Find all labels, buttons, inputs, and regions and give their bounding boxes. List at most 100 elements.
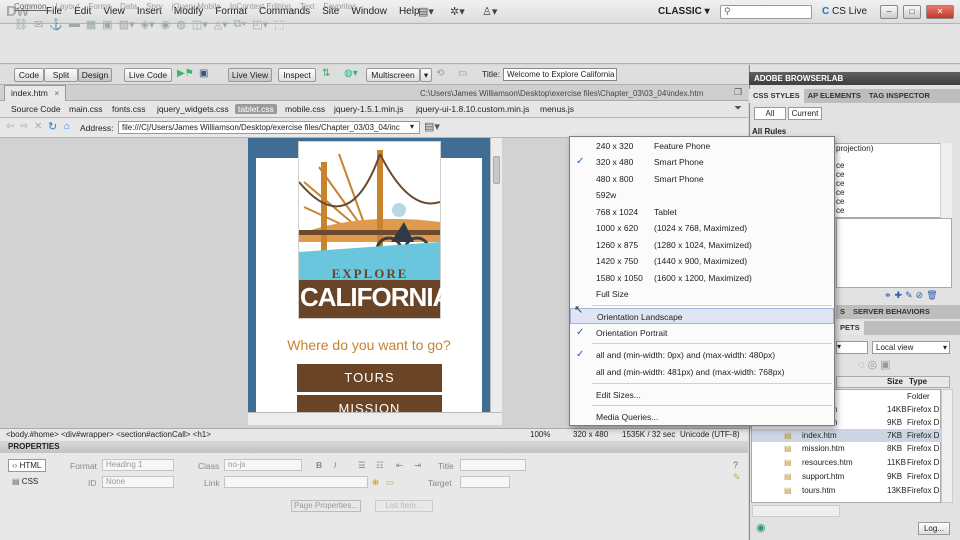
address-dropdown-icon[interactable]: ▾	[410, 122, 414, 131]
hr-icon[interactable]: ▬	[69, 18, 80, 31]
media-icon[interactable]: ◈▾	[141, 18, 155, 31]
date-icon[interactable]: ◉	[161, 18, 171, 31]
forward-arrow-icon[interactable]: ⇨	[20, 121, 28, 132]
insert-tab-spry[interactable]: Spry	[146, 2, 162, 11]
class-select[interactable]: no-js	[224, 459, 302, 471]
tab-css-styles[interactable]: CSS STYLES	[749, 89, 804, 103]
tag-chooser-icon[interactable]: ⬚	[274, 18, 284, 31]
id-select[interactable]: None	[102, 476, 174, 488]
files-scrollbar[interactable]	[941, 389, 953, 503]
related-file-fonts-css[interactable]: fonts.css	[112, 104, 146, 114]
menu-item-1260x875[interactable]: 1260 x 875 (1280 x 1024, Maximized)	[570, 237, 834, 253]
list-item[interactable]: ▤ index.htm 7KB Firefox D	[752, 429, 942, 442]
list-item[interactable]: ▤ mission.htm 8KB Firefox D	[752, 442, 942, 455]
tab-ap-elements[interactable]: AP ELEMENTS	[804, 89, 865, 103]
point-to-file-icon[interactable]: ⊕	[372, 477, 379, 488]
templates-icon[interactable]: ◰▾	[252, 18, 268, 31]
live-code-button[interactable]: Live Code	[124, 68, 172, 82]
live-view-options-icon[interactable]: ▤▾	[424, 120, 440, 133]
document-title-input[interactable]: Welcome to Explore California	[503, 68, 617, 81]
menu-item-592w[interactable]: 592w	[570, 187, 834, 203]
connect-icon[interactable]: ◌	[858, 359, 868, 371]
insert-tab-jquery-mobile[interactable]: jQuery Mobile	[172, 2, 221, 11]
named-anchor-icon[interactable]: ⚓	[49, 18, 63, 31]
script-icon[interactable]: ⧉▾	[234, 18, 246, 31]
view-select[interactable]: Local view ▾	[872, 341, 950, 354]
menu-item-240x320[interactable]: 240 x 320 Feature Phone	[570, 138, 834, 154]
related-file-jquery-widgets-css[interactable]: jquery_widgets.css	[157, 104, 229, 114]
inspect-icon[interactable]: ▶⚑	[177, 68, 194, 79]
site-tools-icon[interactable]: ♙▾	[482, 5, 497, 18]
browse-folder-icon[interactable]: ▭	[386, 477, 394, 488]
tab-tag-inspector[interactable]: TAG INSPECTOR	[865, 89, 934, 103]
inspect-button[interactable]: Inspect	[278, 68, 316, 82]
ordered-list-icon[interactable]: ☷	[376, 460, 384, 471]
stop-icon[interactable]: ✕	[34, 121, 42, 132]
page-properties-button[interactable]: Page Properties...	[291, 500, 361, 512]
file-transfer-icon[interactable]: ⇅	[322, 68, 330, 79]
italic-button[interactable]: I	[334, 460, 336, 470]
comment-icon[interactable]: ◫▾	[192, 18, 208, 31]
hyperlink-icon[interactable]: ⛓	[14, 18, 28, 31]
disable-rule-icon[interactable]: ⊘	[916, 290, 927, 300]
menu-item-480x800[interactable]: 480 x 800 Smart Phone	[570, 171, 834, 187]
multiscreen-dropdown-button[interactable]: ▾	[420, 68, 432, 82]
related-file-source-code[interactable]: Source Code	[11, 104, 61, 114]
insert-tab-favorites[interactable]: Favorites	[323, 2, 356, 11]
menu-item-media-queries[interactable]: Media Queries...	[570, 409, 834, 425]
horizontal-scrollbar[interactable]	[248, 412, 502, 425]
layout-icon[interactable]: ▤▾	[418, 5, 434, 18]
multiscreen-button[interactable]: Multiscreen	[366, 68, 420, 82]
css-rule[interactable]: ce	[836, 179, 844, 188]
search-input[interactable]: ⚲	[720, 5, 812, 19]
tab-assets-snippets[interactable]: PETS	[836, 321, 864, 335]
css-rules-scrollbar[interactable]	[940, 143, 952, 218]
minimize-button[interactable]: –	[880, 5, 898, 19]
window-size[interactable]: 320 x 480	[573, 430, 608, 439]
workspace-switcher[interactable]: CLASSIC ▾	[658, 6, 710, 17]
size-column-header[interactable]: Size	[887, 377, 903, 387]
maximize-button[interactable]: □	[903, 5, 921, 19]
related-file-jquery-ui-js[interactable]: jquery-ui-1.8.10.custom.min.js	[416, 104, 529, 114]
tours-button[interactable]: TOURS	[297, 364, 442, 392]
restore-down-icon[interactable]: ❐	[734, 87, 742, 98]
table-icon[interactable]: ▦	[86, 18, 96, 31]
insert-tab-common[interactable]: Common	[14, 2, 46, 11]
type-column-header[interactable]: Type	[909, 377, 927, 387]
menu-item-1580x1050[interactable]: 1580 x 1050 (1600 x 1200, Maximized)	[570, 270, 834, 286]
close-button[interactable]: ✕	[926, 5, 954, 19]
images-icon[interactable]: ▨▾	[119, 18, 135, 31]
link-input[interactable]	[224, 476, 368, 488]
menu-item-media-query-phone[interactable]: ✓ all and (min-width: 0px) and (max-width…	[570, 347, 834, 363]
server-include-icon[interactable]: ◍	[176, 18, 186, 31]
menu-item-320x480[interactable]: ✓ 320 x 480 Smart Phone	[570, 154, 834, 170]
gear-icon[interactable]: ✲▾	[450, 5, 465, 18]
design-view-button[interactable]: Design	[78, 68, 112, 82]
new-rule-icon[interactable]: ✚	[895, 290, 906, 300]
insert-tab-incontext[interactable]: InContext Editing	[230, 2, 291, 11]
log-button[interactable]: Log...	[918, 522, 950, 535]
list-item-button[interactable]: List Item...	[375, 500, 433, 512]
filter-icon[interactable]: ⏷	[734, 103, 742, 114]
close-icon[interactable]: ×	[54, 88, 59, 98]
css-rule[interactable]: ce	[836, 170, 844, 179]
menu-item-orientation-landscape[interactable]: Orientation Landscape	[570, 308, 834, 324]
menu-item-768x1024[interactable]: 768 x 1024 Tablet	[570, 204, 834, 220]
insert-tab-forms[interactable]: Forms	[88, 2, 111, 11]
outdent-icon[interactable]: ⇤	[396, 460, 403, 471]
current-mode-button[interactable]: Current	[788, 107, 822, 120]
globe-preview-icon[interactable]: ◍▾	[344, 68, 358, 79]
related-file-main-css[interactable]: main.css	[69, 104, 103, 114]
css-rule[interactable]: ce	[836, 206, 844, 215]
live-view-button[interactable]: Live View	[228, 68, 272, 82]
insert-tab-layout[interactable]: Layout	[55, 2, 79, 11]
unordered-list-icon[interactable]: ☰	[358, 460, 366, 471]
browserlab-panel-header[interactable]: ADOBE BROWSERLAB	[749, 72, 960, 85]
css-rule[interactable]: ce	[836, 188, 844, 197]
css-mode-button[interactable]: ▤ CSS	[12, 477, 38, 486]
related-file-menus-js[interactable]: menus.js	[540, 104, 574, 114]
css-rule[interactable]: ce	[836, 197, 844, 206]
title-attr-input[interactable]	[460, 459, 526, 471]
menu-item-1000x620[interactable]: 1000 x 620 (1024 x 768, Maximized)	[570, 220, 834, 236]
mission-button[interactable]: MISSION	[297, 395, 442, 412]
